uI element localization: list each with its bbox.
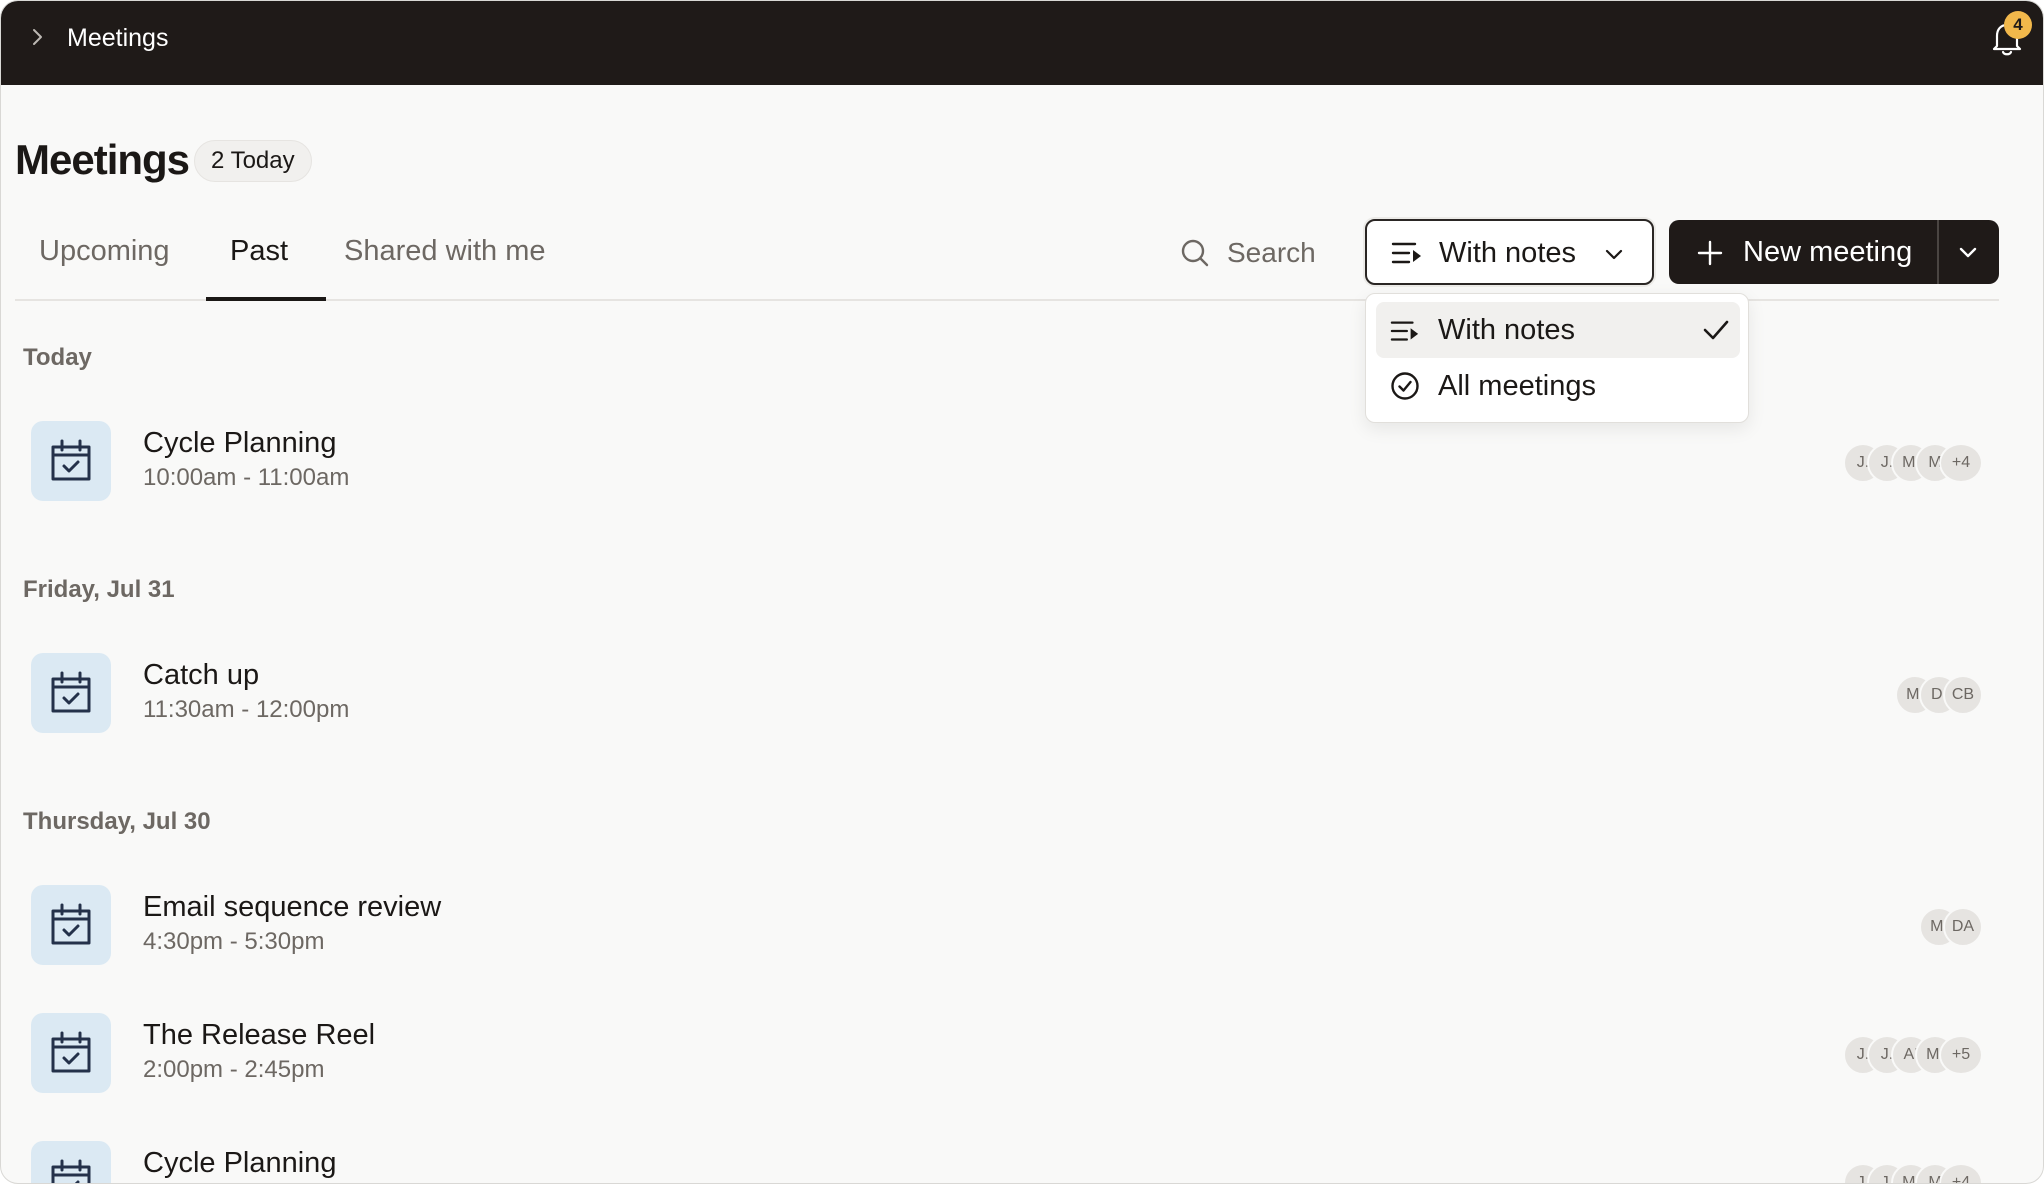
avatar: CB xyxy=(1943,675,1983,715)
meeting-time: 10:00am - 11:00am xyxy=(143,464,350,491)
tab-past[interactable]: Past xyxy=(230,233,288,269)
calendar-check-icon xyxy=(51,1031,91,1073)
calendar-tile xyxy=(31,1013,111,1093)
title-bar: Meetings 4 xyxy=(1,1,2043,85)
section-label-today: Today xyxy=(23,344,92,371)
calendar-check-icon xyxy=(51,439,91,481)
meeting-row[interactable]: Catch up 11:30am - 12:00pm MI D. CB xyxy=(1,645,2001,745)
filter-dropdown-button[interactable]: With notes xyxy=(1365,219,1654,285)
chevron-down-icon xyxy=(1605,249,1623,260)
meeting-row[interactable]: Cycle Planning 10:00am - 11:00am J. J. M… xyxy=(1,413,2001,513)
app-window: Meetings 4 Meetings 2 Today Upcoming Pas… xyxy=(0,0,2044,1184)
attendee-avatars: J. J. MI M +4 xyxy=(1843,443,1983,483)
check-circle-icon xyxy=(1391,372,1419,400)
attendee-avatars: MI D. CB xyxy=(1895,675,1983,715)
chevron-right-icon[interactable] xyxy=(25,25,49,49)
attendee-avatars: MI DA xyxy=(1919,907,1983,947)
calendar-tile xyxy=(31,1141,111,1183)
menu-item-label: With notes xyxy=(1438,314,1575,346)
calendar-tile xyxy=(31,653,111,733)
tab-shared-with-me[interactable]: Shared with me xyxy=(344,233,546,269)
more-attendees-count: +5 xyxy=(1939,1035,1983,1075)
checkmark-icon xyxy=(1703,320,1729,340)
meeting-title: Email sequence review xyxy=(143,891,442,923)
calendar-tile xyxy=(31,421,111,501)
active-tab-indicator xyxy=(206,297,326,301)
meeting-time: 4:30pm - 5:30pm xyxy=(143,928,325,955)
search-label: Search xyxy=(1227,237,1316,268)
menu-item-all-meetings[interactable]: All meetings xyxy=(1376,358,1740,414)
calendar-check-icon xyxy=(51,1159,91,1183)
new-meeting-options-chevron-icon[interactable] xyxy=(1957,241,1979,263)
tab-upcoming[interactable]: Upcoming xyxy=(39,233,170,269)
avatar: DA xyxy=(1943,907,1983,947)
calendar-check-icon xyxy=(51,903,91,945)
plus-icon[interactable] xyxy=(1697,240,1723,266)
meeting-row[interactable]: Cycle Planning J. J. MI M +4 xyxy=(1,1133,2001,1183)
notification-badge: 4 xyxy=(2004,11,2032,39)
button-divider xyxy=(1937,220,1939,284)
meeting-title: Catch up xyxy=(143,659,260,691)
notes-icon xyxy=(1390,321,1419,341)
meeting-row[interactable]: The Release Reel 2:00pm - 2:45pm J. J. A… xyxy=(1,1005,2001,1105)
attendee-avatars: J. J. MI M +4 xyxy=(1843,1163,1983,1183)
search-button[interactable]: Search xyxy=(1179,233,1316,273)
section-label-thursday-jul-30: Thursday, Jul 30 xyxy=(23,808,211,835)
calendar-check-icon xyxy=(51,671,91,713)
meeting-title: Cycle Planning xyxy=(143,427,337,459)
calendar-tile xyxy=(31,885,111,965)
more-attendees-count: +4 xyxy=(1939,443,1983,483)
section-label-friday-jul-31: Friday, Jul 31 xyxy=(23,576,175,603)
new-meeting-button[interactable]: New meeting xyxy=(1743,234,1912,270)
meeting-row[interactable]: Email sequence review 4:30pm - 5:30pm MI… xyxy=(1,877,2001,977)
meeting-title: Cycle Planning xyxy=(143,1147,337,1179)
page-title: Meetings xyxy=(15,136,190,183)
meeting-time: 11:30am - 12:00pm xyxy=(143,696,350,723)
search-icon xyxy=(1181,239,1209,267)
meeting-time: 2:00pm - 2:45pm xyxy=(143,1056,325,1083)
menu-item-label: All meetings xyxy=(1438,370,1596,402)
menu-item-with-notes[interactable]: With notes xyxy=(1376,302,1740,358)
notes-icon xyxy=(1391,242,1421,264)
meeting-title: The Release Reel xyxy=(143,1019,376,1051)
today-count-badge: 2 Today xyxy=(194,140,312,182)
filter-label: With notes xyxy=(1439,237,1576,269)
attendee-avatars: J. J. AI MI +5 xyxy=(1843,1035,1983,1075)
new-meeting-button-group: New meeting xyxy=(1669,220,1999,284)
window-title: Meetings xyxy=(67,24,169,52)
filter-dropdown-menu: With notes All meetings xyxy=(1365,293,1749,423)
